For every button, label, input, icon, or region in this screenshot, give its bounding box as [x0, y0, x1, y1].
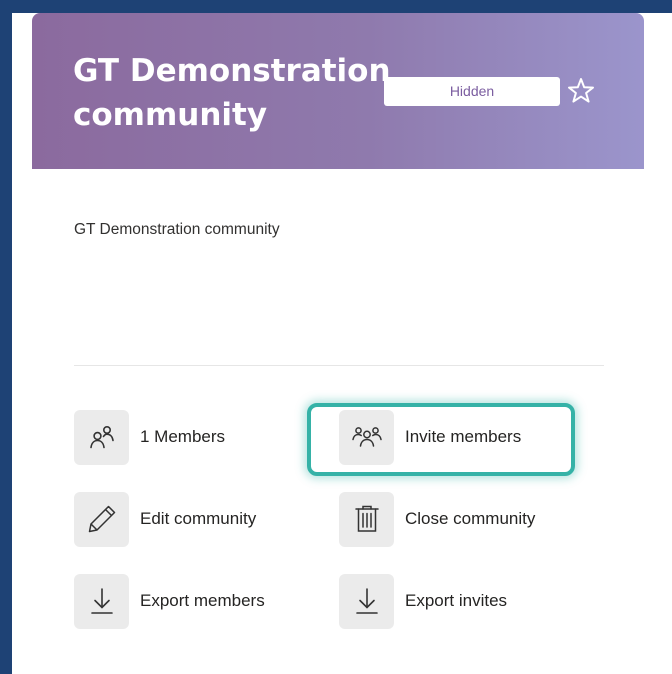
- invite-members-button[interactable]: Invite members: [339, 409, 521, 465]
- people-icon: [74, 409, 129, 465]
- favorite-star-icon[interactable]: [566, 76, 596, 106]
- export-invites-button[interactable]: Export invites: [339, 573, 507, 629]
- download-icon: [339, 573, 394, 629]
- pencil-icon: [74, 491, 129, 547]
- visibility-badge: Hidden: [384, 77, 560, 106]
- trash-icon: [339, 491, 394, 547]
- close-community-button[interactable]: Close community: [339, 491, 535, 547]
- community-header: GT Demonstration community Hidden: [32, 13, 644, 169]
- edit-community-label: Edit community: [140, 509, 257, 528]
- edit-community-button[interactable]: Edit community: [74, 491, 256, 547]
- invite-members-label: Invite members: [405, 427, 522, 446]
- people-add-icon: [339, 409, 394, 465]
- export-invites-label: Export invites: [405, 591, 508, 610]
- divider: [74, 365, 604, 366]
- members-button[interactable]: 1 Members: [74, 409, 225, 465]
- community-card: GT Demonstration community Hidden GT Dem…: [12, 13, 672, 674]
- community-description: GT Demonstration community: [74, 221, 280, 238]
- close-community-label: Close community: [405, 509, 536, 528]
- export-members-label: Export members: [140, 591, 265, 610]
- export-members-button[interactable]: Export members: [74, 573, 265, 629]
- members-label: 1 Members: [140, 427, 226, 446]
- community-title: GT Demonstration community: [73, 53, 391, 133]
- download-icon: [74, 573, 129, 629]
